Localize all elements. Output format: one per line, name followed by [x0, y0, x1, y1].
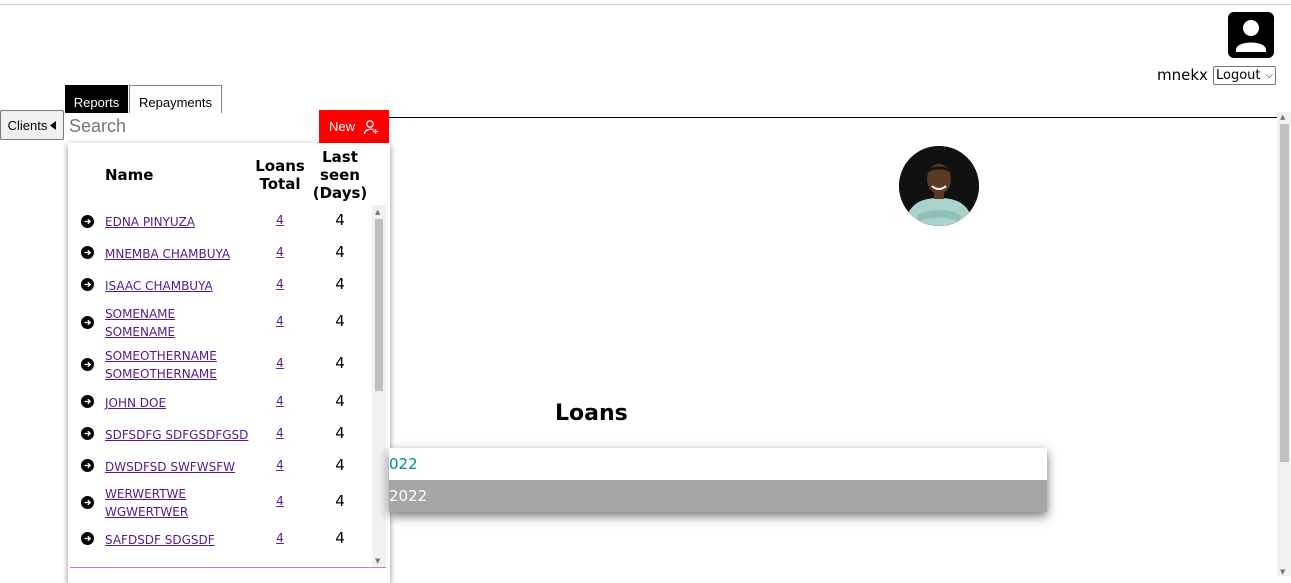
new-client-button[interactable]: New: [319, 110, 389, 143]
add-user-icon: [363, 119, 378, 134]
profile-photo: [899, 146, 979, 226]
clients-list-scrollbar[interactable]: ▲ ▼: [372, 205, 386, 567]
loans-list: 022 2022: [389, 448, 1047, 512]
table-row: WERWERTWE WGWERTWER 4 4: [68, 481, 373, 523]
page-scrollbar[interactable]: ▲ ▼: [1277, 112, 1291, 576]
last-seen-days: 4: [335, 243, 345, 261]
table-row: MNEMBA CHAMBUYA 4 4: [68, 237, 373, 269]
scroll-down-icon[interactable]: ▼: [1280, 568, 1285, 576]
last-seen-days: 4: [335, 354, 345, 372]
table-row: DWSDFSD SWFWSFW 4 4: [68, 449, 373, 481]
scroll-up-icon[interactable]: ▲: [1280, 113, 1285, 121]
loans-total-link[interactable]: 4: [274, 277, 286, 291]
clients-list: EDNA PINYUZA 4 4 MNEMBA CHAMBUYA 4 4 ISA…: [68, 205, 373, 555]
clients-toggle-button[interactable]: Clients: [0, 110, 64, 140]
client-name-link[interactable]: SOMENAME SOMENAME: [105, 305, 215, 341]
scroll-up-icon[interactable]: ▲: [375, 208, 380, 216]
column-header-last-seen-line: seen: [320, 166, 360, 184]
loans-total-link[interactable]: 4: [274, 458, 286, 472]
username: mnekx: [1157, 66, 1208, 84]
loans-total-link[interactable]: 4: [274, 394, 286, 408]
loan-item-selected[interactable]: 2022: [389, 480, 1047, 512]
arrow-right-circle-icon[interactable]: [81, 496, 94, 509]
last-seen-days: 4: [335, 312, 345, 330]
client-name-link[interactable]: EDNA PINYUZA: [105, 213, 250, 231]
last-seen-days: 4: [335, 492, 345, 510]
tab-underline: [389, 117, 1277, 118]
chevron-down-icon: ⌵: [1265, 70, 1273, 81]
caret-left-icon: [50, 120, 57, 130]
arrow-right-circle-icon[interactable]: [81, 358, 94, 371]
logout-select-value: Logout: [1216, 68, 1261, 83]
column-header-name: Name: [105, 166, 154, 184]
scroll-thumb[interactable]: [1280, 124, 1289, 462]
loan-item[interactable]: 022: [389, 448, 1047, 480]
arrow-right-circle-icon[interactable]: [81, 215, 94, 228]
client-name-link[interactable]: WERWERTWE WGWERTWER: [105, 485, 215, 521]
column-header-loans-total: Loans Total: [251, 157, 309, 193]
scroll-down-icon[interactable]: ▼: [375, 557, 380, 565]
client-name-link[interactable]: JOHN DOE: [105, 394, 250, 412]
client-name-link[interactable]: SAFDSDF SDGSDF: [105, 531, 250, 549]
user-icon[interactable]: [1228, 12, 1274, 58]
table-row: SOMENAME SOMENAME 4 4: [68, 301, 373, 343]
loans-total-link[interactable]: 4: [274, 245, 286, 259]
tab-repayments[interactable]: Repayments: [129, 85, 222, 113]
column-header-last-seen: Last seen (Days): [310, 148, 370, 202]
last-seen-days: 4: [335, 392, 345, 410]
clients-toggle-label: Clients: [7, 117, 48, 133]
client-name-link[interactable]: ISAAC CHAMBUYA: [105, 277, 250, 295]
loans-total-link[interactable]: 4: [274, 314, 286, 328]
last-seen-days: 4: [335, 211, 345, 229]
arrow-right-circle-icon[interactable]: [81, 395, 94, 408]
table-row: SDFSDFG SDFGSDFGSD 4 4: [68, 417, 373, 449]
tab-reports[interactable]: Reports: [65, 85, 128, 113]
clients-panel: Name Loans Total Last seen (Days) EDNA P…: [68, 143, 390, 583]
loans-total-link[interactable]: 4: [274, 426, 286, 440]
loans-total-link[interactable]: 4: [274, 213, 286, 227]
table-row: ISAAC CHAMBUYA 4 4: [68, 269, 373, 301]
client-name-link[interactable]: SOMEOTHERNAME SOMEOTHERNAME: [105, 347, 235, 383]
table-row: EDNA PINYUZA 4 4: [68, 205, 373, 237]
loans-total-link[interactable]: 4: [274, 531, 286, 545]
client-name-link[interactable]: DWSDFSD SWFWSFW: [105, 458, 255, 476]
client-name-link[interactable]: SDFSDFG SDFGSDFGSD: [105, 426, 255, 444]
table-row: SAFDSDF SDGSDF 4 4: [68, 523, 373, 555]
arrow-right-circle-icon[interactable]: [81, 427, 94, 440]
column-header-loans-total-line: Total: [259, 175, 301, 193]
table-row: SOMEOTHERNAME SOMEOTHERNAME 4 4: [68, 343, 373, 385]
last-seen-days: 4: [335, 529, 345, 547]
panel-bottom-divider: [70, 567, 386, 568]
loans-total-link[interactable]: 4: [274, 356, 286, 370]
search-input[interactable]: [66, 110, 319, 142]
new-button-label: New: [328, 119, 355, 134]
scroll-thumb[interactable]: [375, 219, 383, 391]
loans-total-link[interactable]: 4: [274, 494, 286, 508]
loans-heading: Loans: [555, 401, 628, 426]
last-seen-days: 4: [335, 456, 345, 474]
column-header-last-seen-line: Last: [322, 148, 358, 166]
client-name-link[interactable]: MNEMBA CHAMBUYA: [105, 245, 250, 263]
arrow-right-circle-icon[interactable]: [81, 316, 94, 329]
arrow-right-circle-icon[interactable]: [81, 459, 94, 472]
logout-select[interactable]: Logout ⌵: [1213, 66, 1276, 85]
arrow-right-circle-icon[interactable]: [81, 532, 94, 545]
top-divider: [0, 4, 1291, 5]
last-seen-days: 4: [335, 275, 345, 293]
column-header-loans-total-line: Loans: [255, 157, 305, 175]
last-seen-days: 4: [335, 424, 345, 442]
column-header-last-seen-line: (Days): [312, 184, 368, 202]
arrow-right-circle-icon[interactable]: [81, 246, 94, 259]
table-row: JOHN DOE 4 4: [68, 385, 373, 417]
arrow-right-circle-icon[interactable]: [81, 278, 94, 291]
